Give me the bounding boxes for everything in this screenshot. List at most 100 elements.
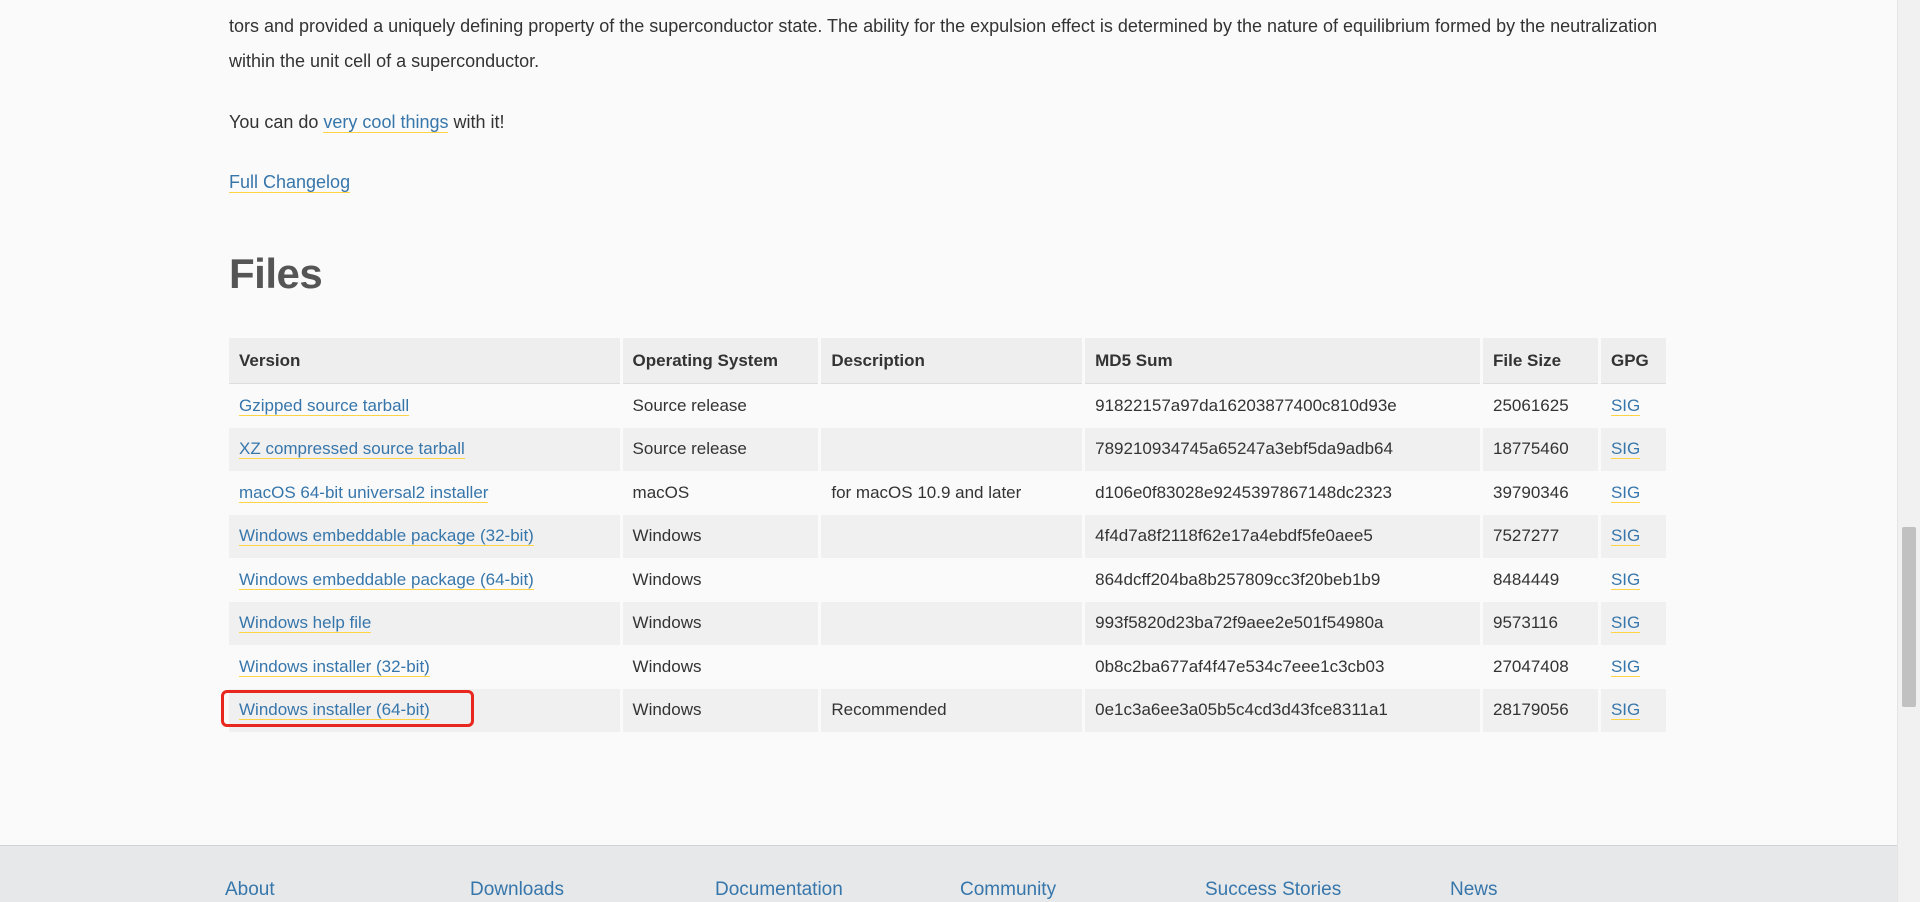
table-row: Windows installer (32-bit) Windows 0b8c2ba… [229, 645, 1666, 689]
table-cell: 18775460 [1483, 427, 1598, 471]
file-gpg-sig-link[interactable]: SIG [1610, 526, 1641, 547]
footer-nav-about[interactable]: About [225, 879, 470, 901]
table-cell [821, 645, 1083, 689]
table-cell: 789210934745a65247a3ebf5da9adb64 [1085, 427, 1481, 471]
table-cell [821, 558, 1083, 602]
column-header-file-size: File Size [1483, 338, 1598, 384]
full-changelog-link[interactable]: Full Changelog [229, 172, 351, 193]
file-os: macOS [632, 482, 690, 502]
table-cell [821, 427, 1083, 471]
file-os: Windows [632, 700, 702, 720]
file-gpg-sig-link[interactable]: SIG [1610, 482, 1641, 503]
table-cell: 864dcff204ba8b257809cc3f20beb1b9 [1085, 558, 1481, 602]
table-cell [821, 384, 1083, 428]
table-row: Windows embeddable package (64-bit) Windo… [229, 558, 1666, 602]
table-cell [821, 514, 1083, 558]
file-gpg-sig-link[interactable]: SIG [1610, 613, 1641, 634]
file-md5: 91822157a97da16203877400c810d93e [1095, 395, 1397, 415]
file-md5: 993f5820d23ba72f9aee2e501f54980a [1095, 613, 1384, 633]
table-cell: SIG [1600, 514, 1666, 558]
file-size: 39790346 [1493, 482, 1569, 502]
table-cell: 39790346 [1483, 471, 1598, 515]
table-row: XZ compressed source tarball Source relea… [229, 427, 1666, 471]
table-cell: SIG [1600, 558, 1666, 602]
column-header-os: Operating System [622, 338, 819, 384]
table-cell: 28179056 [1483, 688, 1598, 732]
table-cell: XZ compressed source tarball [229, 427, 620, 471]
table-cell: SIG [1600, 384, 1666, 428]
footer-nav-success-stories[interactable]: Success Stories [1205, 879, 1450, 901]
intro-paragraph: tors and provided a uniquely defining pr… [229, 16, 1658, 71]
cool-things-prefix: You can do [229, 112, 324, 132]
table-cell: 27047408 [1483, 645, 1598, 689]
column-header-md5: MD5 Sum [1085, 338, 1481, 384]
table-row: Windows embeddable package (32-bit) Windo… [229, 514, 1666, 558]
file-version-link[interactable]: Windows embeddable package (64-bit) [239, 569, 534, 590]
table-cell: SIG [1600, 688, 1666, 732]
changelog-paragraph: Full Changelog [229, 165, 351, 200]
table-cell: 4f4d7a8f2118f62e17a4ebdf5fe0aee5 [1085, 514, 1481, 558]
file-version-link[interactable]: Windows help file [239, 613, 372, 634]
footer-nav-community[interactable]: Community [960, 879, 1205, 901]
table-cell: Windows embeddable package (32-bit) [229, 514, 620, 558]
table-cell: Windows [622, 688, 819, 732]
table-cell: 0e1c3a6ee3a05b5c4cd3d43fce8311a1 [1085, 688, 1481, 732]
table-cell: Recommended [821, 688, 1083, 732]
file-gpg-sig-link[interactable]: SIG [1610, 395, 1641, 416]
file-md5: 0e1c3a6ee3a05b5c4cd3d43fce8311a1 [1095, 700, 1388, 720]
table-cell: SIG [1600, 471, 1666, 515]
file-gpg-sig-link[interactable]: SIG [1610, 656, 1641, 677]
file-md5: 0b8c2ba677af4f47e534c7eee1c3cb03 [1095, 656, 1385, 676]
very-cool-things-link[interactable]: very cool things [323, 112, 449, 133]
file-os: Windows [632, 656, 702, 676]
file-version-link[interactable]: Windows embeddable package (32-bit) [239, 526, 534, 547]
table-row: Windows help file Windows 993f5820d23ba72f… [229, 601, 1666, 645]
file-gpg-sig-link[interactable]: SIG [1610, 700, 1641, 721]
table-cell: 25061625 [1483, 384, 1598, 428]
footer-nav-downloads[interactable]: Downloads [470, 879, 715, 901]
table-row: Windows installer (64-bit) Windows Recomme… [229, 688, 1666, 732]
table-cell: SIG [1600, 645, 1666, 689]
file-gpg-sig-link[interactable]: SIG [1610, 569, 1641, 590]
file-description: for macOS 10.9 and later [831, 482, 1022, 502]
file-version-link[interactable]: Windows installer (64-bit) [239, 700, 430, 721]
files-table-header: Version Operating System Description MD5… [229, 338, 1666, 384]
table-cell: Source release [622, 384, 819, 428]
file-os: Windows [632, 569, 702, 589]
table-cell: SIG [1600, 601, 1666, 645]
table-cell: Windows [622, 514, 819, 558]
table-cell: macOS [622, 471, 819, 515]
file-size: 27047408 [1493, 656, 1569, 676]
files-table: Version Operating System Description MD5… [226, 338, 1669, 732]
file-version-link[interactable]: Gzipped source tarball [239, 395, 410, 416]
file-size: 9573116 [1493, 613, 1558, 633]
footer-nav-documentation[interactable]: Documentation [715, 879, 960, 901]
files-heading: Files [229, 250, 323, 297]
file-version-link[interactable]: macOS 64-bit universal2 installer [239, 482, 489, 503]
cool-things-paragraph: You can do very cool things with it! [229, 105, 505, 140]
file-md5: 4f4d7a8f2118f62e17a4ebdf5fe0aee5 [1095, 526, 1373, 546]
file-size: 25061625 [1493, 395, 1569, 415]
file-gpg-sig-link[interactable]: SIG [1610, 439, 1641, 460]
table-cell: Windows installer (64-bit) [229, 688, 620, 732]
table-cell [821, 601, 1083, 645]
table-cell: Windows [622, 558, 819, 602]
file-size: 28179056 [1493, 700, 1569, 720]
table-cell: 9573116 [1483, 601, 1598, 645]
column-header-version: Version [229, 338, 620, 384]
table-cell: 993f5820d23ba72f9aee2e501f54980a [1085, 601, 1481, 645]
file-md5: 864dcff204ba8b257809cc3f20beb1b9 [1095, 569, 1381, 589]
file-version-link[interactable]: XZ compressed source tarball [239, 439, 465, 460]
vertical-scrollbar[interactable] [1897, 0, 1920, 902]
scrollbar-thumb[interactable] [1902, 527, 1916, 707]
files-table-body: Gzipped source tarball Source release 9182… [229, 384, 1666, 732]
table-cell: 91822157a97da16203877400c810d93e [1085, 384, 1481, 428]
file-md5: 789210934745a65247a3ebf5da9adb64 [1095, 439, 1393, 459]
file-os: Source release [632, 395, 747, 415]
file-version-link[interactable]: Windows installer (32-bit) [239, 656, 430, 677]
table-cell: 8484449 [1483, 558, 1598, 602]
file-md5: d106e0f83028e9245397867148dc2323 [1095, 482, 1393, 502]
table-row: macOS 64-bit universal2 installer macOS fo… [229, 471, 1666, 515]
table-cell: 7527277 [1483, 514, 1598, 558]
footer-nav-news[interactable]: News [1450, 879, 1695, 901]
